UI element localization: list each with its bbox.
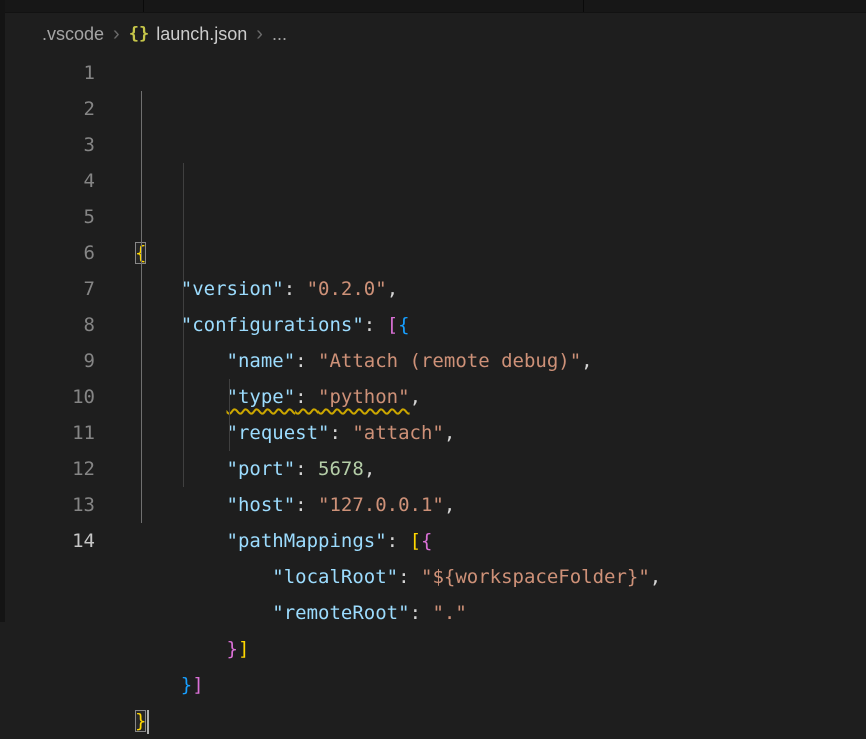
line-number[interactable]: 9 — [5, 343, 95, 379]
code-area[interactable]: { "version": "0.2.0", "configurations": … — [135, 55, 866, 739]
code-token: : — [295, 350, 318, 372]
code-token — [135, 422, 227, 444]
code-token: , — [364, 458, 375, 480]
code-token — [135, 350, 227, 372]
line-number[interactable]: 6 — [5, 235, 95, 271]
code-token: : — [284, 278, 307, 300]
code-token — [135, 458, 227, 480]
text-cursor — [147, 710, 149, 734]
indent-guide — [183, 163, 184, 487]
breadcrumb: .vscode › {} launch.json › ... — [5, 13, 866, 55]
code-token: : — [387, 530, 410, 552]
line-number[interactable]: 7 — [5, 271, 95, 307]
code-token — [135, 674, 181, 696]
code-token: "request" — [227, 422, 330, 444]
code-token: } — [135, 710, 146, 732]
line-number[interactable]: 4 — [5, 163, 95, 199]
tab-separator — [143, 0, 144, 12]
breadcrumb-item-folder[interactable]: .vscode — [42, 24, 104, 45]
code-token: "name" — [227, 350, 296, 372]
code-line[interactable]: "name": "Attach (remote debug)", — [135, 343, 866, 379]
code-token: : — [295, 458, 318, 480]
code-line[interactable]: } — [135, 703, 866, 739]
code-token: { — [398, 314, 409, 336]
code-token: "host" — [227, 494, 296, 516]
code-line[interactable]: "configurations": [{ — [135, 307, 866, 343]
code-token: : — [329, 422, 352, 444]
code-token: "${workspaceFolder}" — [421, 566, 650, 588]
code-token: "version" — [181, 278, 284, 300]
code-token — [135, 386, 227, 408]
code-token: : — [295, 494, 318, 516]
code-token — [135, 566, 272, 588]
code-token: : — [398, 566, 421, 588]
line-number[interactable]: 1 — [5, 55, 95, 91]
chevron-right-icon: › — [256, 24, 263, 44]
code-line[interactable]: "port": 5678, — [135, 451, 866, 487]
gutter: 1234567891011121314 — [5, 55, 95, 739]
code-line[interactable]: }] — [135, 667, 866, 703]
code-token: , — [650, 566, 661, 588]
code-token: [ — [387, 314, 398, 336]
code-token: { — [421, 530, 432, 552]
code-token: [ — [410, 530, 421, 552]
indent-guide — [229, 379, 230, 451]
code-token: "configurations" — [181, 314, 364, 336]
code-token: "remoteRoot" — [272, 602, 409, 624]
line-number[interactable]: 5 — [5, 199, 95, 235]
code-token: , — [387, 278, 398, 300]
line-number[interactable]: 14 — [5, 523, 95, 559]
code-token: } — [181, 674, 192, 696]
code-line[interactable]: "localRoot": "${workspaceFolder}", — [135, 559, 866, 595]
editor[interactable]: 1234567891011121314 { "version": "0.2.0"… — [5, 55, 866, 739]
code-token: "python" — [318, 386, 410, 408]
tab-bar-strip — [0, 0, 866, 13]
indent-guide-active — [141, 91, 142, 523]
code-line[interactable]: "host": "127.0.0.1", — [135, 487, 866, 523]
code-token — [135, 638, 227, 660]
code-line[interactable]: "remoteRoot": "." — [135, 595, 866, 631]
json-braces-icon: {} — [129, 24, 149, 44]
code-token: "type" — [227, 386, 296, 408]
line-number[interactable]: 8 — [5, 307, 95, 343]
code-token: "127.0.0.1" — [318, 494, 444, 516]
code-line[interactable]: "pathMappings": [{ — [135, 523, 866, 559]
line-number[interactable]: 11 — [5, 415, 95, 451]
code-line[interactable]: { — [135, 235, 866, 271]
code-line[interactable]: "type": "python", — [135, 379, 866, 415]
code-token: , — [444, 494, 455, 516]
line-number[interactable]: 12 — [5, 451, 95, 487]
code-line[interactable]: "request": "attach", — [135, 415, 866, 451]
line-number[interactable]: 3 — [5, 127, 95, 163]
code-token — [135, 494, 227, 516]
code-token — [135, 602, 272, 624]
code-token: : — [364, 314, 387, 336]
code-token: "Attach (remote debug)" — [318, 350, 581, 372]
code-line[interactable]: }] — [135, 631, 866, 667]
code-token: ] — [238, 638, 249, 660]
code-token: , — [581, 350, 592, 372]
line-number[interactable]: 2 — [5, 91, 95, 127]
code-token: "attach" — [352, 422, 444, 444]
code-token: "localRoot" — [272, 566, 398, 588]
code-token: "." — [432, 602, 466, 624]
tab-separator — [583, 0, 584, 12]
code-token: , — [410, 386, 421, 408]
line-number[interactable]: 13 — [5, 487, 95, 523]
breadcrumb-item-symbols[interactable]: ... — [272, 24, 287, 45]
code-token: : — [410, 602, 433, 624]
code-token: 5678 — [318, 458, 364, 480]
code-token: : — [295, 386, 318, 408]
breadcrumb-item-file[interactable]: launch.json — [156, 24, 247, 45]
chevron-right-icon: › — [113, 24, 120, 44]
code-token: ] — [192, 674, 203, 696]
code-token: "port" — [227, 458, 296, 480]
code-token: } — [227, 638, 238, 660]
code-line[interactable]: "version": "0.2.0", — [135, 271, 866, 307]
code-token — [135, 530, 227, 552]
code-token: "0.2.0" — [307, 278, 387, 300]
code-token: , — [444, 422, 455, 444]
code-token: "pathMappings" — [227, 530, 387, 552]
line-number[interactable]: 10 — [5, 379, 95, 415]
